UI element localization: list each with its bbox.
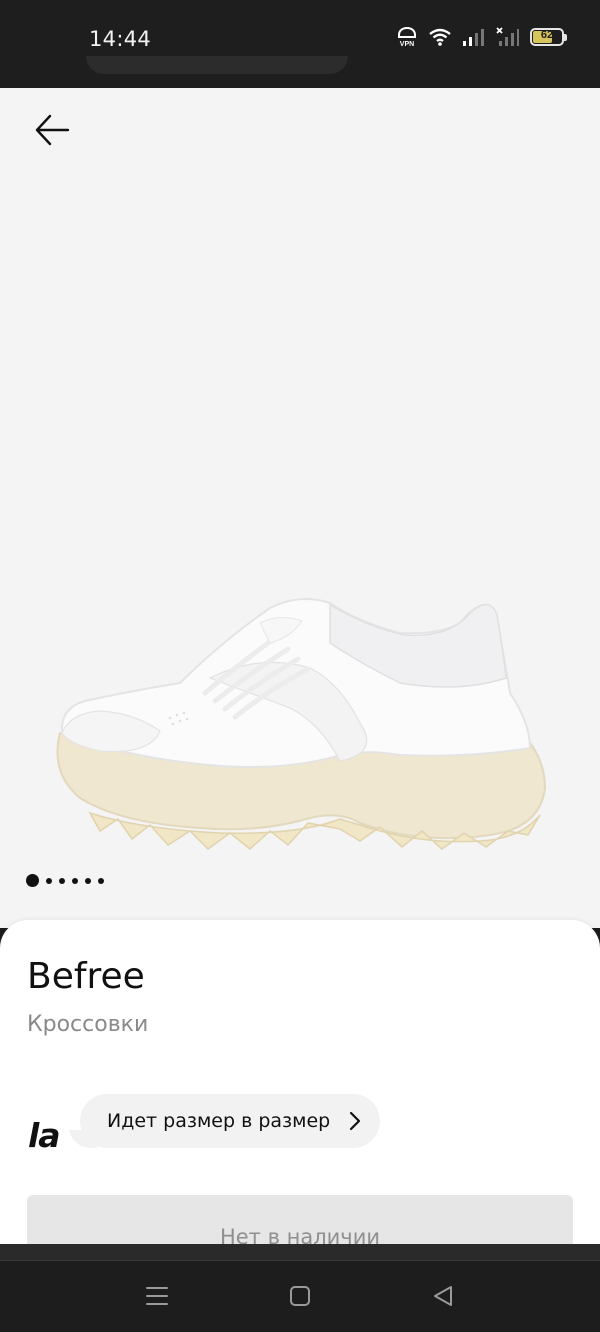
product-type: Кроссовки [27,1012,149,1037]
status-bar: 14:44 VPN 62 [0,0,600,88]
nav-divider [0,1244,600,1260]
back-triangle-icon[interactable] [431,1283,455,1309]
carousel-dot-active[interactable] [26,874,39,887]
carousel-dot[interactable] [98,877,104,884]
product-info-card: Befree Кроссовки la Идет размер в размер… [0,920,600,1257]
carousel-dot[interactable] [72,877,78,884]
camera-notch [86,56,348,74]
wifi-icon [428,27,452,47]
home-icon[interactable] [288,1283,312,1309]
carousel-dot[interactable] [59,877,65,884]
la-logo: la [28,1116,61,1155]
size-fit-bubble[interactable]: Идет размер в размер [80,1094,380,1148]
back-button[interactable] [30,110,76,150]
carousel-dot[interactable] [85,877,91,884]
status-time: 14:44 [89,27,152,51]
carousel-dot[interactable] [46,877,52,884]
product-brand[interactable]: Befree [27,956,145,997]
menu-icon[interactable] [145,1283,169,1309]
vpn-label: VPN [400,41,414,48]
arrow-left-icon [35,114,70,146]
chevron-right-icon [349,1111,361,1131]
size-fit-text: Идет размер в размер [107,1110,331,1132]
system-nav-bar [0,1260,600,1332]
sneaker-image [56,598,547,850]
status-icons: VPN 62 [396,26,567,48]
vpn-icon: VPN [396,26,418,48]
signal-icon [462,27,486,47]
product-image-gallery[interactable] [0,88,600,928]
battery-icon: 62 [530,28,567,46]
battery-level: 62 [540,29,554,41]
carousel-dots[interactable] [26,874,104,887]
signal-no-service-icon [496,27,520,47]
